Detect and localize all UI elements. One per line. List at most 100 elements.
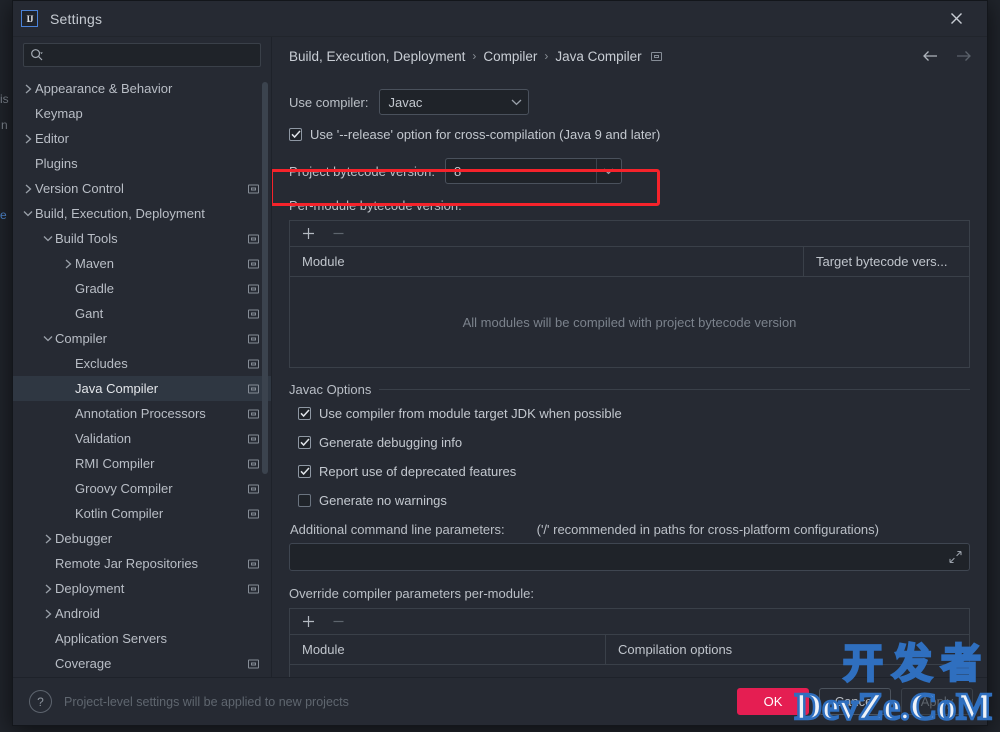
javac-option-checkbox[interactable]: Report use of deprecated features [298, 464, 970, 479]
additional-params-input[interactable] [289, 543, 970, 571]
column-header-module[interactable]: Module [290, 247, 803, 276]
override-table-header: Module Compilation options [290, 635, 969, 665]
sidebar-item-groovy-compiler[interactable]: Groovy Compiler [13, 476, 271, 501]
sidebar-item-application-servers[interactable]: Application Servers [13, 626, 271, 651]
sidebar-item-label: Editor [35, 131, 69, 146]
chevron-right-icon[interactable] [61, 259, 75, 269]
sidebar-item-appearance-behavior[interactable]: Appearance & Behavior [13, 76, 271, 101]
override-toolbar [290, 609, 969, 635]
sidebar-item-label: Debugger [55, 531, 113, 546]
column-header-module[interactable]: Module [290, 635, 605, 664]
cancel-button[interactable]: Cancel [819, 688, 891, 715]
breadcrumb-part-0[interactable]: Build, Execution, Deployment [289, 49, 465, 64]
sidebar-item-label: Annotation Processors [75, 406, 206, 421]
sidebar-item-build-tools[interactable]: Build Tools [13, 226, 271, 251]
checkbox-box [298, 407, 311, 420]
dialog-footer: ? Project-level settings will be applied… [13, 677, 987, 725]
project-settings-badge-icon [248, 334, 259, 343]
javac-option-label: Generate no warnings [319, 493, 447, 508]
sidebar-item-debugger[interactable]: Debugger [13, 526, 271, 551]
javac-option-checkbox[interactable]: Generate no warnings [298, 493, 970, 508]
close-icon[interactable] [935, 1, 977, 36]
settings-sidebar: Appearance & Behavior Keymap Editor Plugins… [13, 37, 271, 677]
sidebar-item-excludes[interactable]: Excludes [13, 351, 271, 376]
sidebar-scrollbar-thumb[interactable] [262, 82, 268, 474]
use-compiler-select[interactable]: Javac [379, 89, 530, 115]
arrow-right-icon[interactable] [953, 45, 975, 67]
sidebar-item-build-execution-deployment[interactable]: Build, Execution, Deployment [13, 201, 271, 226]
sidebar-item-gradle[interactable]: Gradle [13, 276, 271, 301]
search-box[interactable] [23, 43, 261, 67]
project-bytecode-value[interactable]: 8 [446, 159, 597, 183]
chevron-right-icon[interactable] [21, 84, 35, 94]
additional-params-hint: ('/' recommended in paths for cross-plat… [536, 522, 879, 537]
sidebar-item-deployment[interactable]: Deployment [13, 576, 271, 601]
sidebar-item-label: Groovy Compiler [75, 481, 173, 496]
column-header-target-bytecode[interactable]: Target bytecode vers... [803, 247, 969, 276]
sidebar-item-remote-jar-repositories[interactable]: Remote Jar Repositories [13, 551, 271, 576]
sidebar-item-kotlin-compiler[interactable]: Kotlin Compiler [13, 501, 271, 526]
arrow-left-icon[interactable] [919, 45, 941, 67]
ok-button[interactable]: OK [737, 688, 809, 715]
project-settings-badge-icon [248, 509, 259, 518]
chevron-right-icon[interactable] [41, 584, 55, 594]
expand-icon[interactable] [949, 550, 962, 564]
sidebar-item-annotation-processors[interactable]: Annotation Processors [13, 401, 271, 426]
minus-icon [330, 226, 346, 242]
chevron-down-icon[interactable] [41, 334, 55, 343]
sidebar-item-coverage[interactable]: Coverage [13, 651, 271, 676]
search-input[interactable] [44, 46, 254, 64]
chevron-down-icon[interactable] [21, 209, 35, 218]
sidebar-item-gant[interactable]: Gant [13, 301, 271, 326]
sidebar-item-java-compiler[interactable]: Java Compiler [13, 376, 271, 401]
sidebar-item-validation[interactable]: Validation [13, 426, 271, 451]
sidebar-item-version-control[interactable]: Version Control [13, 176, 271, 201]
javac-option-checkbox[interactable]: Use compiler from module target JDK when… [298, 406, 970, 421]
sidebar-item-android[interactable]: Android [13, 601, 271, 626]
breadcrumb-separator: › [472, 49, 477, 63]
sidebar-item-label: Maven [75, 256, 115, 271]
chevron-right-icon[interactable] [21, 184, 35, 194]
chevron-down-icon[interactable] [597, 167, 621, 175]
sidebar-item-label: Gradle [75, 281, 115, 296]
sidebar-item-label: Validation [75, 431, 132, 446]
use-release-option-label: Use '--release' option for cross-compila… [310, 127, 661, 142]
sidebar-item-label: Appearance & Behavior [35, 81, 173, 96]
sidebar-item-editor[interactable]: Editor [13, 126, 271, 151]
chevron-right-icon[interactable] [21, 134, 35, 144]
use-release-option-checkbox[interactable]: Use '--release' option for cross-compila… [289, 127, 970, 142]
chevron-down-icon[interactable] [41, 234, 55, 243]
use-compiler-value: Javac [388, 94, 423, 110]
sidebar-item-keymap[interactable]: Keymap [13, 101, 271, 126]
per-module-table-header: Module Target bytecode vers... [290, 247, 969, 277]
project-settings-badge-icon [248, 459, 259, 468]
breadcrumb-part-1[interactable]: Compiler [483, 49, 537, 64]
sidebar-item-label: Excludes [75, 356, 128, 371]
help-icon[interactable]: ? [29, 690, 52, 713]
sidebar-item-plugins[interactable]: Plugins [13, 151, 271, 176]
sidebar-item-label: Coverage [55, 656, 112, 671]
apply-button[interactable]: Apply [901, 688, 973, 715]
project-settings-badge-icon [248, 409, 259, 418]
sidebar-item-label: Gant [75, 306, 104, 321]
sidebar-item-label: Android [55, 606, 100, 621]
sidebar-item-label: RMI Compiler [75, 456, 155, 471]
sidebar-item-label: Remote Jar Repositories [55, 556, 199, 571]
dialog-title: Settings [50, 10, 103, 27]
navigation-arrows [919, 37, 975, 75]
checkbox-box [298, 436, 311, 449]
project-settings-badge-icon [248, 659, 259, 668]
use-compiler-row: Use compiler: Javac [289, 89, 970, 115]
additional-params-row: Additional command line parameters: ('/'… [289, 522, 970, 537]
javac-option-checkbox[interactable]: Generate debugging info [298, 435, 970, 450]
chevron-right-icon[interactable] [41, 609, 55, 619]
intellij-logo-icon: IJ [21, 10, 38, 27]
project-bytecode-select[interactable]: 8 [444, 158, 622, 184]
column-header-compilation-options[interactable]: Compilation options [605, 635, 969, 664]
plus-icon[interactable] [300, 614, 316, 630]
chevron-right-icon[interactable] [41, 534, 55, 544]
plus-icon[interactable] [300, 226, 316, 242]
sidebar-item-rmi-compiler[interactable]: RMI Compiler [13, 451, 271, 476]
sidebar-item-compiler[interactable]: Compiler [13, 326, 271, 351]
sidebar-item-maven[interactable]: Maven [13, 251, 271, 276]
